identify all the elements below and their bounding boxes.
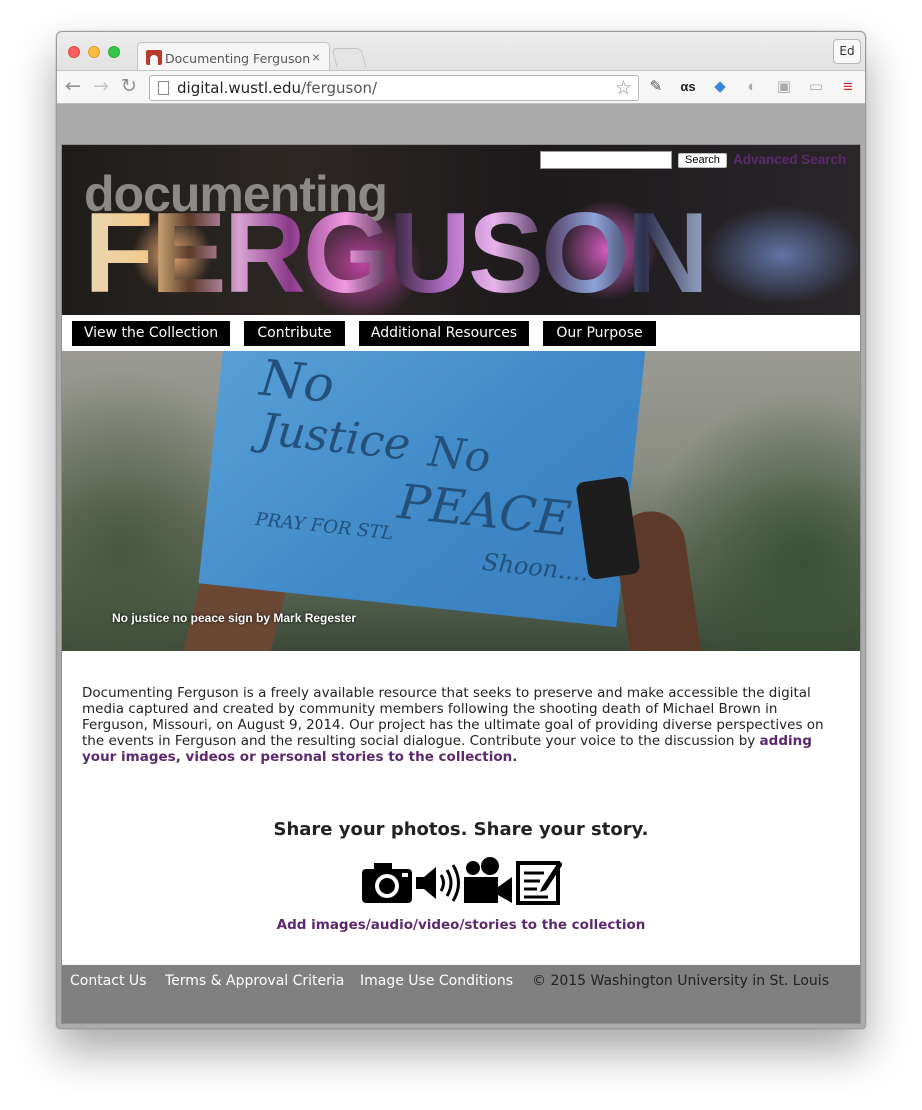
reload-icon[interactable]: ↻	[121, 76, 137, 96]
add-media-link[interactable]: Add images/audio/video/stories to the co…	[62, 917, 860, 933]
advanced-search-link[interactable]: Advanced Search	[733, 152, 846, 167]
speaker-icon	[416, 864, 460, 902]
sign-text-justice: Justice	[257, 403, 413, 471]
opera-extension-icon[interactable]: ◐	[742, 78, 762, 96]
nav-our-purpose[interactable]: Our Purpose	[543, 321, 656, 346]
footer-copyright: © 2015 Washington University in St. Loui…	[532, 973, 829, 989]
layers-extension-icon[interactable]: ◆	[710, 78, 730, 96]
browser-toolbar: ← → ↻ digital.wustl.edu/ferguson/ ☆ ✎ αs…	[57, 70, 865, 104]
share-heading: Share your photos. Share your story.	[273, 819, 649, 840]
zoom-window-button[interactable]	[108, 46, 120, 58]
sign-text-no-2: No	[426, 426, 493, 482]
footer-contact-link[interactable]: Contact Us	[70, 973, 146, 989]
new-tab-button[interactable]	[331, 48, 367, 67]
pin-extension-icon[interactable]: ✎	[646, 78, 666, 96]
site-banner: documenting FERGUSON Search Advanced Sea…	[62, 145, 860, 315]
sign-text-pray: PRAY FOR STL	[254, 508, 395, 545]
banner-title-big: FERGUSON	[84, 190, 709, 315]
sign-text-shoon: Shoon....	[480, 547, 590, 587]
nav-additional-resources[interactable]: Additional Resources	[359, 321, 529, 346]
browser-window: Documenting Ferguson × Ed ← → ↻ digital.…	[56, 31, 866, 1029]
sign-text-peace: PEACE	[395, 473, 574, 548]
hero-caption: No justice no peace sign by Mark Regeste…	[112, 611, 357, 625]
bookmark-star-icon[interactable]: ☆	[615, 77, 632, 100]
favicon-icon	[146, 50, 162, 65]
url-path: /ferguson/	[301, 79, 378, 97]
tab-strip: Documenting Ferguson × Ed	[57, 32, 865, 71]
footer-image-use-link[interactable]: Image Use Conditions	[360, 973, 513, 989]
main-nav: View the Collection Contribute Additiona…	[62, 315, 860, 351]
minimize-window-button[interactable]	[88, 46, 100, 58]
close-window-button[interactable]	[68, 46, 80, 58]
tab-documenting-ferguson[interactable]: Documenting Ferguson ×	[137, 42, 330, 71]
video-camera-icon	[464, 857, 512, 903]
address-bar[interactable]: digital.wustl.edu/ferguson/ ☆	[149, 75, 639, 101]
hero-image: No Justice No PEACE Shoon.... PRAY FOR S…	[62, 351, 860, 651]
tab-close-icon[interactable]: ×	[312, 49, 320, 65]
lastfm-extension-icon[interactable]: αs	[678, 78, 698, 96]
nav-view-collection[interactable]: View the Collection	[72, 321, 230, 346]
nav-contribute[interactable]: Contribute	[244, 321, 345, 346]
url-host: digital.wustl.edu	[177, 79, 302, 97]
camera-icon	[362, 863, 412, 903]
cast-extension-icon[interactable]: ▭	[806, 78, 826, 96]
site-footer: Contact Us Terms & Approval Criteria Ima…	[62, 965, 860, 1023]
page-icon	[158, 81, 169, 95]
intro-text: Documenting Ferguson is a freely availab…	[82, 685, 824, 749]
back-arrow-icon[interactable]: ←	[65, 76, 81, 96]
url-text: digital.wustl.edu/ferguson/	[177, 79, 377, 97]
grid-extension-icon[interactable]: ▣	[774, 78, 794, 96]
profile-button[interactable]: Ed	[833, 39, 861, 64]
forward-arrow-icon[interactable]: →	[93, 76, 109, 96]
footer-terms-link[interactable]: Terms & Approval Criteria	[165, 973, 344, 989]
intro-paragraph: Documenting Ferguson is a freely availab…	[82, 685, 844, 765]
web-page: documenting FERGUSON Search Advanced Sea…	[61, 144, 861, 1024]
document-edit-icon	[516, 861, 562, 905]
search-button[interactable]: Search	[678, 153, 727, 168]
search-input[interactable]	[540, 151, 672, 169]
menu-icon[interactable]: ≡	[838, 78, 858, 96]
tab-title: Documenting Ferguson	[165, 51, 311, 66]
media-icons[interactable]	[362, 857, 562, 905]
